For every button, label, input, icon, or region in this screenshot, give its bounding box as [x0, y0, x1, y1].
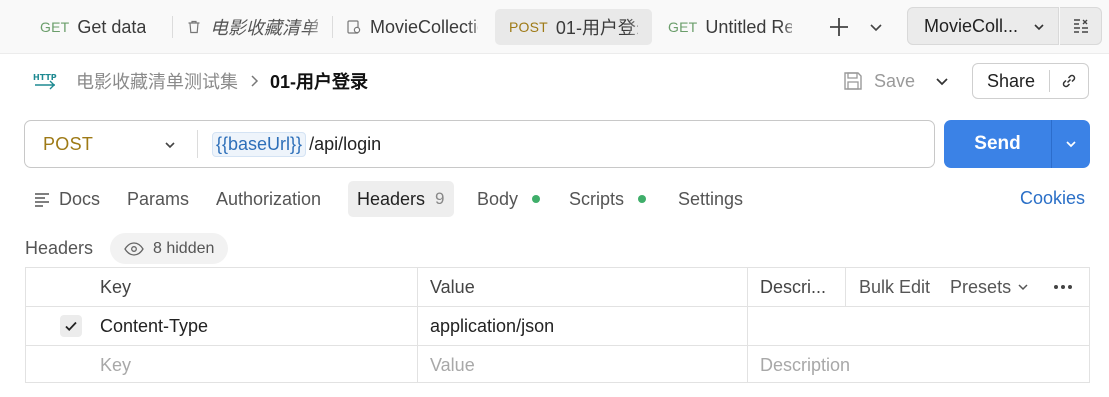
- environment-list-icon: [1073, 19, 1088, 33]
- checkmark-icon: [65, 321, 77, 331]
- breadcrumb-collection[interactable]: 电影收藏清单测试集: [76, 68, 238, 94]
- tab-method: GET: [668, 19, 698, 35]
- headers-count-badge: 9: [435, 189, 445, 208]
- tab-label: Get data: [77, 16, 147, 37]
- url-path: /api/login: [309, 133, 382, 154]
- tab-body-label: Body: [477, 188, 519, 209]
- header-value-cell[interactable]: application/json: [430, 307, 554, 345]
- save-label: Save: [874, 70, 916, 91]
- tab-movie-collection[interactable]: MovieCollection: [332, 9, 492, 45]
- row-enabled-checkbox[interactable]: [60, 315, 82, 337]
- headers-table: Key Value Descri... Bulk Edit Presets Co…: [25, 267, 1090, 383]
- request-title[interactable]: 01-用户登录: [270, 68, 368, 94]
- tab-list-chevron-down-icon[interactable]: [866, 17, 886, 37]
- environment-selector[interactable]: MovieColl...: [907, 7, 1059, 45]
- tab-label: 电影收藏清单测试集: [210, 18, 318, 38]
- cookies-link[interactable]: Cookies: [1020, 188, 1085, 209]
- tab-scripts-label: Scripts: [569, 188, 625, 209]
- new-description-input[interactable]: Description: [760, 346, 850, 384]
- table-row: Content-Type application/json: [26, 307, 1089, 346]
- new-value-input[interactable]: Value: [430, 346, 475, 384]
- headers-section-title: Headers: [25, 238, 94, 258]
- column-key-header: Key: [100, 276, 132, 297]
- tab-authorization-label: Authorization: [216, 188, 322, 209]
- bulk-edit-button[interactable]: Bulk Edit: [859, 277, 930, 298]
- presets-dropdown[interactable]: Presets: [950, 277, 1029, 298]
- header-description-cell[interactable]: [760, 307, 1090, 345]
- presets-label: Presets: [950, 276, 1012, 297]
- svg-text:HTTP: HTTP: [33, 73, 57, 82]
- environment-quick-look-button[interactable]: [1060, 7, 1102, 45]
- url-bar: POST {{baseUrl}} /api/login: [24, 120, 935, 168]
- url-input[interactable]: {{baseUrl}} /api/login: [198, 131, 382, 157]
- tab-method: POST: [509, 19, 548, 35]
- save-button[interactable]: Save: [842, 66, 915, 96]
- tab-collection-cn[interactable]: 电影收藏清单测试集: [172, 9, 332, 45]
- method-select[interactable]: POST: [25, 121, 197, 167]
- tab-docs-label: Docs: [59, 188, 101, 209]
- chevron-right-icon: [251, 75, 259, 87]
- table-actions: Bulk Edit Presets: [846, 268, 1073, 306]
- link-icon: [1062, 74, 1076, 88]
- chevron-down-icon: [1066, 141, 1076, 148]
- tab-params[interactable]: Params: [118, 181, 198, 217]
- tab-label: Untitled Request: [705, 16, 792, 37]
- save-options-chevron-down-icon[interactable]: [933, 72, 951, 90]
- header-key-cell[interactable]: Content-Type: [100, 307, 208, 345]
- hidden-headers-toggle[interactable]: 8 hidden: [110, 233, 229, 264]
- tab-settings-label: Settings: [678, 188, 744, 209]
- send-button[interactable]: Send: [944, 120, 1052, 168]
- tab-method: GET: [40, 19, 70, 35]
- send-button-group: Send: [944, 120, 1090, 168]
- scripts-status-dot: [638, 195, 647, 203]
- share-button-group: Share: [972, 63, 1089, 99]
- new-tab-plus-icon[interactable]: [826, 14, 852, 40]
- copy-link-button[interactable]: [1050, 71, 1088, 91]
- column-description-header: Descri...: [760, 276, 827, 297]
- collection-icon: [347, 20, 361, 34]
- table-row-new: Key Value Description: [26, 346, 1089, 385]
- url-variable[interactable]: {{baseUrl}}: [212, 131, 307, 157]
- tab-untitled-request[interactable]: GET Untitled Request: [654, 9, 806, 45]
- send-options-button[interactable]: [1052, 120, 1090, 168]
- column-value-header: Value: [430, 276, 475, 297]
- body-status-dot: [532, 195, 541, 203]
- tab-params-label: Params: [127, 188, 190, 209]
- chevron-down-icon: [1034, 24, 1044, 31]
- hidden-headers-label: 8 hidden: [153, 239, 215, 257]
- environment-label: MovieColl...: [924, 15, 1019, 36]
- new-key-input[interactable]: Key: [100, 346, 131, 384]
- save-icon: [844, 72, 862, 90]
- tab-bar: GET Get data 电影收藏清单测试集 MovieCollection P…: [0, 0, 1109, 54]
- tab-docs[interactable]: Docs: [24, 181, 109, 217]
- eye-icon: [124, 241, 144, 256]
- http-icon: HTTP: [33, 73, 57, 90]
- table-header-row: Key Value Descri... Bulk Edit Presets: [26, 268, 1089, 307]
- more-options-icon[interactable]: [1053, 284, 1073, 290]
- tab-headers-label: Headers: [357, 188, 426, 209]
- method-value: POST: [43, 133, 94, 154]
- tab-get-data[interactable]: GET Get data: [26, 9, 172, 45]
- trash-icon: [188, 20, 200, 34]
- tab-body[interactable]: Body: [468, 181, 549, 217]
- share-button[interactable]: Share: [973, 70, 1050, 92]
- tab-authorization[interactable]: Authorization: [207, 181, 330, 217]
- tab-label: MovieCollection: [370, 16, 478, 37]
- tab-settings[interactable]: Settings: [669, 181, 752, 217]
- chevron-down-icon: [165, 142, 175, 149]
- tab-scripts[interactable]: Scripts: [560, 181, 655, 217]
- tab-user-login[interactable]: POST 01-用户登录: [495, 9, 652, 45]
- tab-headers[interactable]: Headers 9: [348, 181, 454, 217]
- breadcrumb: HTTP 电影收藏清单测试集 01-用户登录: [32, 67, 368, 95]
- docs-icon: [35, 193, 49, 207]
- chevron-down-icon: [1018, 284, 1028, 291]
